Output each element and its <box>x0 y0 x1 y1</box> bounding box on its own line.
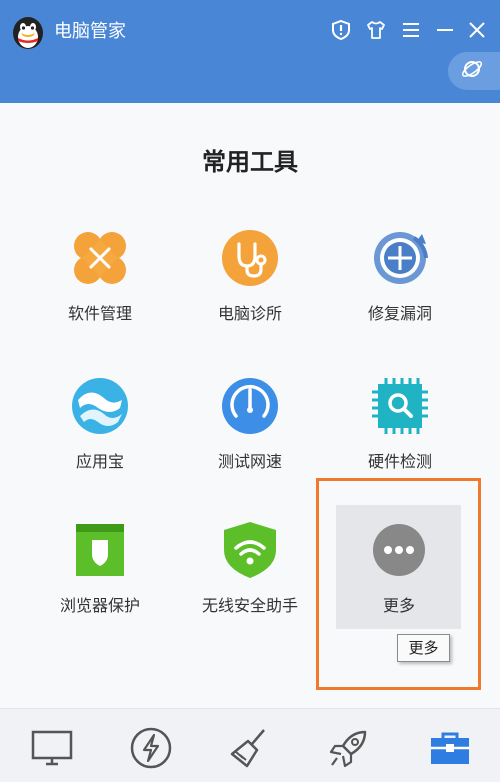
tool-browser-protection[interactable]: 浏览器保护 <box>30 520 170 616</box>
tool-software-manager[interactable]: 软件管理 <box>30 228 170 324</box>
chip-icon <box>370 376 430 436</box>
tshirt-icon[interactable] <box>364 18 388 42</box>
app-title: 电脑管家 <box>54 21 126 42</box>
stethoscope-icon <box>220 228 280 288</box>
clover-icon <box>70 228 130 288</box>
tool-label: 浏览器保护 <box>59 596 140 615</box>
speedometer-icon <box>220 376 280 436</box>
menu-icon[interactable] <box>399 18 423 42</box>
browser-shield-icon <box>70 520 130 580</box>
tool-speed-test[interactable]: 测试网速 <box>180 376 320 472</box>
lightning-icon[interactable] <box>128 725 174 771</box>
app-store-icon <box>70 376 130 436</box>
toolbox-icon[interactable] <box>427 725 473 771</box>
rocket-icon[interactable] <box>326 725 372 771</box>
tool-hardware-check[interactable]: 硬件检测 <box>330 376 470 472</box>
bottom-nav <box>0 708 500 782</box>
repair-icon <box>370 228 430 288</box>
more-tooltip: 更多 <box>397 634 450 662</box>
tool-label: 无线安全助手 <box>201 596 298 615</box>
more-icon <box>369 520 429 580</box>
tool-label: 电脑诊所 <box>217 304 282 323</box>
planet-button[interactable] <box>448 52 500 90</box>
tool-fix-vulnerabilities[interactable]: 修复漏洞 <box>330 228 470 324</box>
tool-label: 测试网速 <box>217 452 282 471</box>
wifi-shield-icon <box>220 520 280 580</box>
tool-wireless-security[interactable]: 无线安全助手 <box>180 520 320 616</box>
section-title: 常用工具 <box>202 148 298 176</box>
tool-label: 应用宝 <box>75 452 124 471</box>
planet-icon <box>460 57 484 85</box>
tool-label: 软件管理 <box>67 304 132 323</box>
tool-label: 硬件检测 <box>367 452 432 471</box>
tool-label: 更多 <box>382 596 415 615</box>
tool-app-store[interactable]: 应用宝 <box>30 376 170 472</box>
close-icon[interactable] <box>465 18 489 42</box>
tool-label: 修复漏洞 <box>367 304 432 323</box>
minimize-icon[interactable] <box>433 18 457 42</box>
shield-icon[interactable] <box>329 18 353 42</box>
broom-icon[interactable] <box>227 725 273 771</box>
tool-pc-clinic[interactable]: 电脑诊所 <box>180 228 320 324</box>
monitor-icon[interactable] <box>29 725 75 771</box>
tool-more[interactable]: 更多 <box>329 520 469 616</box>
qq-penguin-logo-icon <box>10 14 46 50</box>
title-bar: 电脑管家 <box>0 0 500 103</box>
